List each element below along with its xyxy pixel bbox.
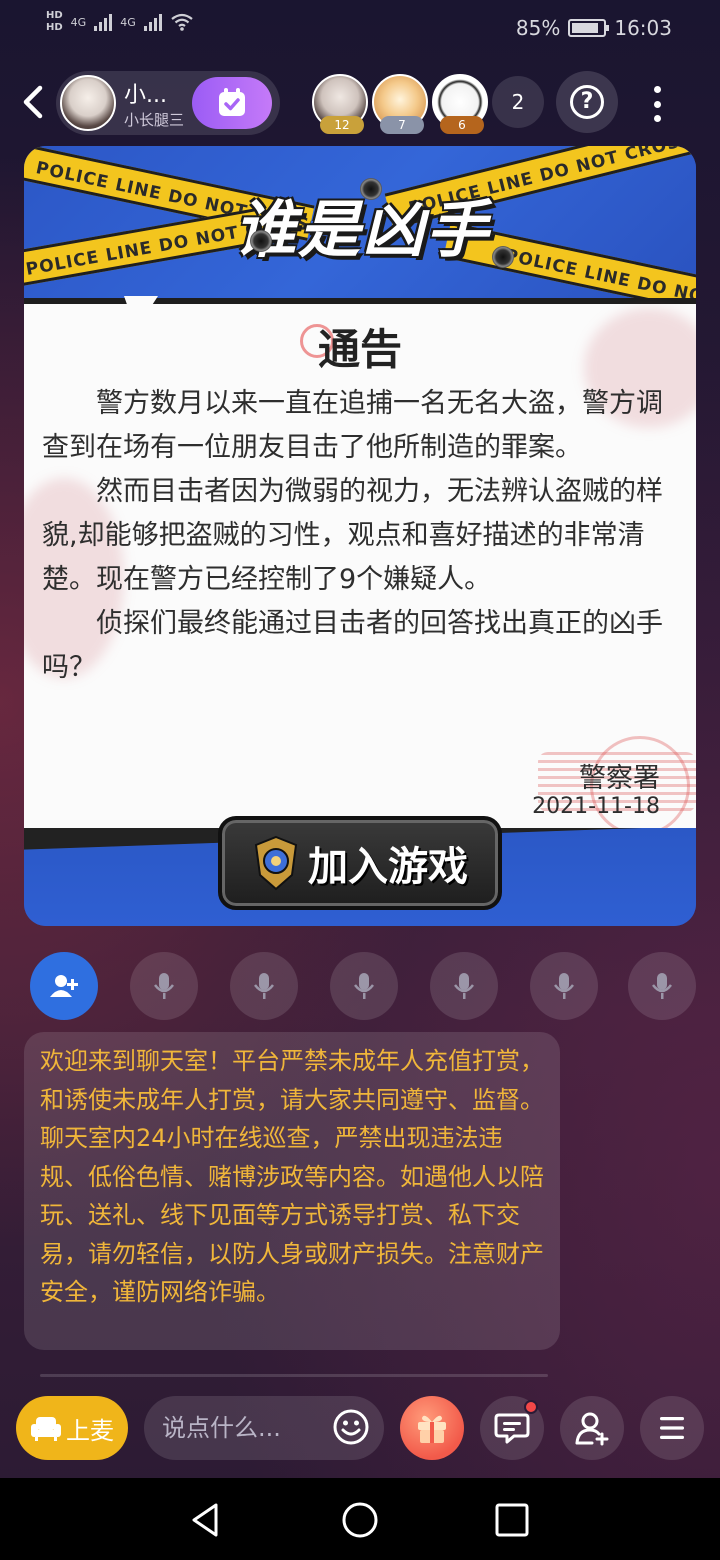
take-mic-label: 上麦 <box>66 1416 114 1445</box>
viewer-level-badge: 6 <box>440 116 484 134</box>
viewer-level-badge: 12 <box>320 116 364 134</box>
sofa-icon <box>31 1417 61 1441</box>
viewer-avatar[interactable]: 7 <box>372 74 428 134</box>
viewer-level-badge: 7 <box>380 116 424 134</box>
hd-indicator: HD HD <box>46 10 63 34</box>
more-menu-icon[interactable] <box>648 84 666 124</box>
gift-button[interactable] <box>400 1396 464 1460</box>
clock: 16:03 <box>614 16 672 40</box>
follow-button[interactable] <box>192 77 272 129</box>
empty-mic-seat[interactable] <box>230 952 298 1020</box>
empty-mic-seat[interactable] <box>330 952 398 1020</box>
signal-icon-1 <box>94 13 113 31</box>
chevron-left-icon <box>23 85 43 119</box>
microphone-icon <box>254 973 274 999</box>
notice-paragraph: 警方数月以来一直在追捕一名无名大盗，警方调查到在场有一位朋友目击了他所制造的罪案… <box>42 388 663 463</box>
microphone-icon <box>554 973 574 999</box>
online-count[interactable]: 2 <box>492 76 544 128</box>
hd-label-1: HD <box>46 10 63 21</box>
empty-mic-seat[interactable] <box>530 952 598 1020</box>
speech-tail <box>124 296 158 330</box>
signal-icon-2 <box>143 13 162 31</box>
chat-bubble-icon <box>494 1413 530 1444</box>
wifi-icon <box>171 13 193 31</box>
unread-dot <box>524 1400 538 1414</box>
empty-mic-seat[interactable] <box>430 952 498 1020</box>
game-card: POLICE LINE DO NOT CROSS POLICE LINE DO … <box>24 146 696 926</box>
network-label-1: 4G <box>70 15 87 29</box>
battery-percent: 85% <box>515 16 561 40</box>
notice-date: 2021-11-18 <box>532 794 660 819</box>
system-navigation-bar <box>0 1478 720 1560</box>
calendar-check-icon <box>219 88 245 116</box>
status-right: 85% 16:03 <box>516 16 672 40</box>
notice-paragraph: 侦探们最终能通过目击者的回答找出真正的凶手吗？ <box>42 608 663 683</box>
nav-home-icon[interactable] <box>340 1500 380 1540</box>
bullet-hole-icon <box>250 230 272 252</box>
status-bar: HD HD 4G 4G 85% 16:03 <box>0 0 720 60</box>
mic-seats <box>30 952 698 1020</box>
nav-back-icon[interactable] <box>186 1500 226 1540</box>
take-mic-button[interactable]: 上麦 <box>16 1396 128 1460</box>
network-label-2: 4G <box>120 15 136 29</box>
help-button[interactable]: ? <box>556 71 618 133</box>
gift-icon <box>418 1415 446 1443</box>
add-friend-button[interactable] <box>560 1396 624 1460</box>
battery-fill <box>572 23 598 33</box>
join-game-label: 加入游戏 <box>308 844 468 890</box>
add-user-icon <box>575 1412 609 1446</box>
bullet-hole-icon <box>492 246 514 268</box>
empty-mic-seat[interactable] <box>130 952 198 1020</box>
viewer-avatar[interactable]: 6 <box>432 74 488 134</box>
notice-body: 警方数月以来一直在追捕一名无名大盗，警方调查到在场有一位朋友目击了他所制造的罪案… <box>42 382 678 690</box>
system-message-bubble: 欢迎来到聊天室！平台严禁未成年人充值打赏，和诱使未成年人打赏，请大家共同遵守、监… <box>24 1032 560 1350</box>
bottom-toolbar: 上麦 <box>0 1392 720 1468</box>
notice-signature: 警察署 <box>579 763 660 794</box>
hd-label-2: HD <box>46 22 63 33</box>
host-avatar[interactable] <box>60 75 116 131</box>
help-icon: ? <box>570 85 604 119</box>
join-game-button[interactable]: 加入游戏 <box>218 816 502 910</box>
menu-button[interactable] <box>640 1396 704 1460</box>
signal-group: HD HD 4G 4G <box>46 10 194 34</box>
viewer-avatar[interactable]: 12 <box>312 74 368 134</box>
nav-recents-icon[interactable] <box>492 1500 532 1540</box>
viewer-list: 12 7 6 <box>312 74 488 134</box>
microphone-icon <box>354 973 374 999</box>
add-user-icon <box>50 975 78 997</box>
microphone-icon <box>454 973 474 999</box>
host-name: 小... <box>124 83 167 108</box>
police-badge-icon <box>254 835 298 891</box>
room-header: 小... 小长腿三 12 7 6 2 ? <box>0 68 720 138</box>
hamburger-icon <box>660 1417 684 1439</box>
empty-mic-seat[interactable] <box>628 952 696 1020</box>
microphone-icon <box>154 973 174 999</box>
host-subtitle: 小长腿三 <box>124 111 184 129</box>
bullet-hole-icon <box>360 178 382 200</box>
card-banner: POLICE LINE DO NOT CROSS POLICE LINE DO … <box>24 146 696 318</box>
emoji-icon[interactable] <box>332 1408 370 1446</box>
system-message-text: 欢迎来到聊天室！平台严禁未成年人充值打赏，和诱使未成年人打赏，请大家共同遵守、监… <box>40 1047 544 1306</box>
microphone-icon <box>652 973 672 999</box>
host-info[interactable]: 小... 小长腿三 <box>56 71 280 135</box>
notice-paragraph: 然而目击者因为微弱的视力，无法辨认盗贼的样貌,却能够把盗贼的习性，观点和喜好描述… <box>42 476 663 595</box>
battery-icon <box>568 19 610 37</box>
chat-divider <box>40 1374 548 1377</box>
back-button[interactable] <box>16 82 50 122</box>
invite-seat-button[interactable] <box>30 952 98 1020</box>
messages-button[interactable] <box>480 1396 544 1460</box>
